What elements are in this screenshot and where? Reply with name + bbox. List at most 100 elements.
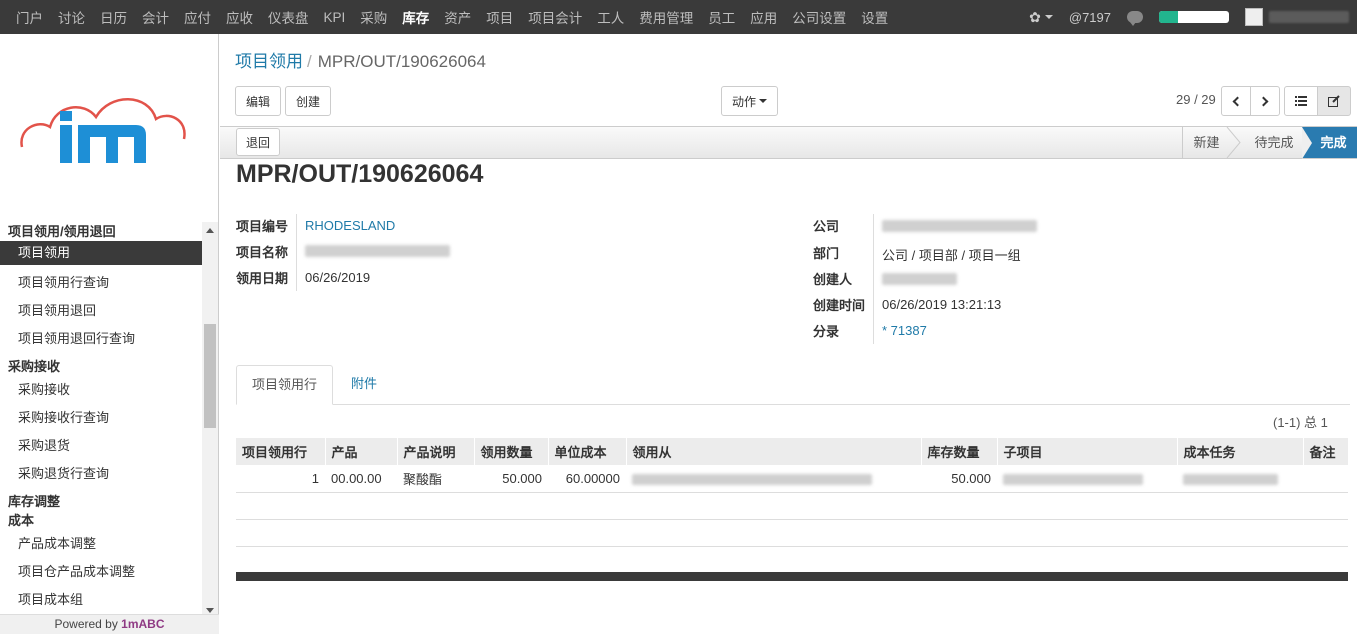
topmenu-portal[interactable]: 门户 xyxy=(16,7,43,27)
field-issue-date: 06/26/2019 xyxy=(305,270,371,285)
record-count: (1-1) 总 1 xyxy=(1273,415,1328,430)
topmenu-dashboard[interactable]: 仪表盘 xyxy=(268,7,309,27)
status-step-new[interactable]: 新建 xyxy=(1182,127,1230,158)
field-label-project-code: 项目编号 xyxy=(236,219,289,234)
column-header-qty[interactable]: 领用数量 xyxy=(473,438,548,465)
topmenu-project-accounting[interactable]: 项目会计 xyxy=(528,7,582,27)
field-journal-entry[interactable]: * 71387 xyxy=(882,323,927,338)
topmenu-expenses[interactable]: 费用管理 xyxy=(639,7,693,27)
powered-brand[interactable]: 1mABC xyxy=(121,617,164,631)
pager-next-button[interactable] xyxy=(1250,86,1280,116)
top-right-tools: ✿ @7197 xyxy=(1029,0,1357,34)
subproject-redacted xyxy=(1003,473,1143,485)
column-header-issue-from[interactable]: 领用从 xyxy=(625,438,921,465)
field-label-issue-date: 领用日期 xyxy=(236,271,289,286)
sidebar-item-purchase-return[interactable]: 采购退货 xyxy=(0,432,202,460)
cost-task-redacted xyxy=(1183,473,1278,485)
field-company-redacted xyxy=(882,220,1037,232)
settings-dropdown[interactable]: ✿ xyxy=(1029,9,1053,26)
field-creator-redacted xyxy=(882,273,957,285)
form-view-button[interactable] xyxy=(1317,86,1351,116)
topmenu-company-settings[interactable]: 公司设置 xyxy=(792,7,846,27)
sidebar-item-project-issue-return-lines[interactable]: 项目领用退回行查询 xyxy=(0,325,202,353)
powered-by: Powered by 1mABC xyxy=(0,614,219,634)
tab-issue-lines[interactable]: 项目领用行 xyxy=(236,365,334,405)
record-title: MPR/OUT/190626064 xyxy=(236,160,484,188)
pager-value: 29 / 29 xyxy=(1176,92,1216,107)
topmenu-assets[interactable]: 资产 xyxy=(444,7,471,27)
cell-note xyxy=(1303,465,1348,493)
field-divider xyxy=(873,214,874,344)
field-department: 公司 / 项目部 / 项目一组 xyxy=(882,248,1021,263)
column-header-description[interactable]: 产品说明 xyxy=(396,438,474,465)
topmenu-workers[interactable]: 工人 xyxy=(597,7,624,27)
caret-down-icon xyxy=(1044,15,1053,19)
cell-stock-qty: 50.000 xyxy=(921,465,997,493)
column-header-product[interactable]: 产品 xyxy=(324,438,397,465)
top-navbar: 门户 讨论 日历 会计 应付 应收 仪表盘 KPI 采购 库存 资产 项目 项目… xyxy=(0,0,1357,34)
sidebar-item-product-cost-adjust[interactable]: 产品成本调整 xyxy=(0,530,202,558)
status-separator-icon xyxy=(1226,127,1241,158)
topmenu-payable[interactable]: 应付 xyxy=(184,7,211,27)
actions-dropdown[interactable]: 动作 xyxy=(721,86,778,116)
topmenu-apps[interactable]: 应用 xyxy=(750,7,777,27)
topmenu-settings[interactable]: 设置 xyxy=(861,7,888,27)
list-view-button[interactable] xyxy=(1284,86,1318,116)
scroll-thumb[interactable] xyxy=(204,324,216,428)
main-content: 项目领用 / MPR/OUT/190626064 编辑 创建 动作 29 / 29 … xyxy=(220,34,1357,634)
topmenu-receivable[interactable]: 应收 xyxy=(226,7,253,27)
topmenu-accounting[interactable]: 会计 xyxy=(142,7,169,27)
status-step-pending[interactable]: 待完成 xyxy=(1246,127,1302,158)
topmenu-discuss[interactable]: 讨论 xyxy=(58,7,85,27)
progress-fill xyxy=(1159,11,1178,23)
sidebar-item-project-cost-group[interactable]: 项目成本组 xyxy=(0,586,202,614)
sidebar-section-purchase-receipt: 采购接收 xyxy=(8,359,61,374)
sidebar-item-purchase-receipt[interactable]: 采购接收 xyxy=(0,376,202,404)
create-button[interactable]: 创建 xyxy=(285,86,331,116)
tab-attachments[interactable]: 附件 xyxy=(336,365,392,405)
sidebar-scrollbar[interactable] xyxy=(202,222,218,615)
mentions-counter[interactable]: @7197 xyxy=(1069,10,1111,25)
topmenu-project[interactable]: 项目 xyxy=(486,7,513,27)
table-header-row: 项目领用行 产品 产品说明 领用数量 单位成本 领用从 库存数量 子项目 成本任… xyxy=(236,438,1348,465)
cell-qty: 50.000 xyxy=(474,465,548,493)
edit-icon xyxy=(1328,95,1340,107)
sidebar-item-project-issue-lines[interactable]: 项目领用行查询 xyxy=(0,269,202,297)
notebook-tabs: 项目领用行 附件 xyxy=(236,365,1350,405)
horizontal-scrollbar[interactable] xyxy=(236,572,1348,581)
issue-from-redacted xyxy=(632,473,872,485)
chat-button[interactable] xyxy=(1127,11,1143,26)
pager-previous-button[interactable] xyxy=(1221,86,1251,116)
list-icon xyxy=(1295,96,1307,106)
return-button[interactable]: 退回 xyxy=(236,128,280,156)
column-header-subproject[interactable]: 子项目 xyxy=(996,438,1177,465)
topmenu-inventory[interactable]: 库存 xyxy=(402,7,429,27)
table-row[interactable]: 1 00.00.00 聚酸酯 50.000 60.00000 50.000 xyxy=(236,465,1348,493)
topmenu-purchase[interactable]: 采购 xyxy=(360,7,387,27)
column-header-note[interactable]: 备注 xyxy=(1302,438,1348,465)
column-header-stock-qty[interactable]: 库存数量 xyxy=(920,438,997,465)
column-header-cost-task[interactable]: 成本任务 xyxy=(1176,438,1303,465)
field-project-code[interactable]: RHODESLAND xyxy=(305,218,395,233)
breadcrumb: 项目领用 / MPR/OUT/190626064 xyxy=(235,47,486,72)
user-menu[interactable] xyxy=(1245,8,1349,26)
breadcrumb-current: MPR/OUT/190626064 xyxy=(317,52,486,71)
sidebar-item-project-issue[interactable]: 项目领用 xyxy=(0,241,202,265)
topmenu-kpi[interactable]: KPI xyxy=(324,10,346,25)
scroll-up-icon[interactable] xyxy=(206,228,214,233)
caret-down-icon xyxy=(759,99,767,103)
column-header-line[interactable]: 项目领用行 xyxy=(236,438,325,465)
field-label-created-time: 创建时间 xyxy=(813,298,866,313)
column-header-unit-cost[interactable]: 单位成本 xyxy=(547,438,626,465)
edit-button[interactable]: 编辑 xyxy=(235,86,281,116)
sidebar-section-cost: 成本 xyxy=(8,513,35,528)
sidebar-item-project-warehouse-cost-adjust[interactable]: 项目仓产品成本调整 xyxy=(0,558,202,586)
sidebar-section-project-issue: 项目领用/领用退回 xyxy=(8,224,116,239)
sidebar-item-project-issue-return[interactable]: 项目领用退回 xyxy=(0,297,202,325)
sidebar-item-purchase-receipt-lines[interactable]: 采购接收行查询 xyxy=(0,404,202,432)
breadcrumb-parent[interactable]: 项目领用 xyxy=(235,52,303,71)
sidebar-item-purchase-return-lines[interactable]: 采购退货行查询 xyxy=(0,460,202,488)
topmenu-calendar[interactable]: 日历 xyxy=(100,7,127,27)
scroll-down-icon[interactable] xyxy=(206,608,214,613)
topmenu-employees[interactable]: 员工 xyxy=(708,7,735,27)
